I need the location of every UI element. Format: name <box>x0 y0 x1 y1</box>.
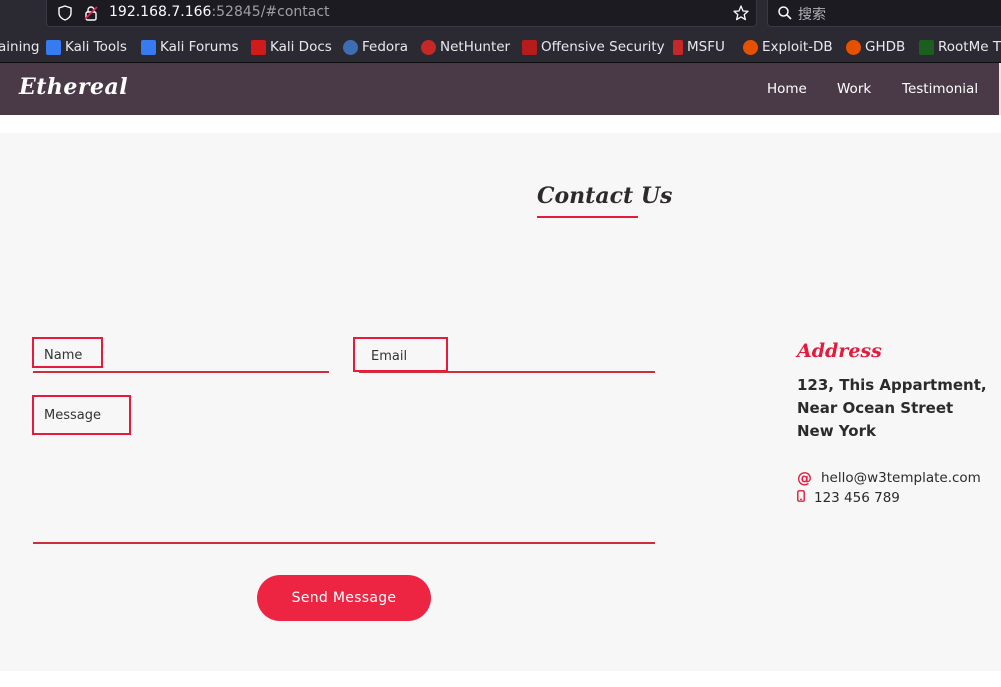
bookmark-item[interactable]: RootMe T <box>919 39 1001 55</box>
bookmark-label: MSFU <box>687 39 725 55</box>
kali-icon <box>141 39 156 55</box>
ghdb-icon <box>846 39 861 55</box>
browser-toolbar: 192.168.7.166:52845/#contact 搜索 <box>0 0 1001 29</box>
phone-row: 123 456 789 <box>797 490 900 506</box>
address-line-2: Near Ocean Street <box>797 399 954 417</box>
shield-icon[interactable] <box>57 5 73 25</box>
email-label: Email <box>371 349 408 364</box>
message-underline <box>33 542 655 544</box>
url-text[interactable]: 192.168.7.166:52845/#contact <box>109 4 330 20</box>
bookmark-label: Kali Docs <box>270 39 332 55</box>
brand-logo[interactable]: Ethereal <box>19 74 128 100</box>
name-underline <box>33 371 329 373</box>
site-navbar: Ethereal Home Work Testimonial <box>0 63 1001 115</box>
bookmark-label: Exploit-DB <box>762 39 833 55</box>
send-message-button[interactable]: Send Message <box>257 575 431 621</box>
exploit-db-icon <box>743 39 758 55</box>
name-field[interactable]: Name <box>32 337 103 368</box>
bookmark-label: Kali Forums <box>160 39 239 55</box>
bookmark-label: GHDB <box>865 39 906 55</box>
bookmark-item[interactable]: GHDB <box>846 39 905 55</box>
bookmark-item[interactable]: Fedora <box>343 39 408 55</box>
nav-testimonial[interactable]: Testimonial <box>902 81 978 97</box>
bookmark-item[interactable]: Exploit-DB <box>743 39 833 55</box>
search-bar[interactable]: 搜索 <box>767 0 1001 27</box>
bookmark-label: aining <box>0 39 40 55</box>
search-icon <box>777 5 793 25</box>
kali-docs-icon <box>251 39 266 55</box>
email-underline <box>359 371 655 373</box>
email-row: @ hello@w3template.com <box>797 469 981 487</box>
kali-icon <box>46 39 61 55</box>
bookmarks-toolbar: aining Kali Tools Kali Forums Kali Docs … <box>0 29 1001 63</box>
mobile-phone-icon <box>797 490 805 506</box>
address-line-1: 123, This Appartment, <box>797 376 987 394</box>
email-field[interactable]: Email <box>353 337 448 372</box>
at-sign-icon: @ <box>797 469 812 487</box>
url-host: 192.168.7.166 <box>109 4 212 20</box>
offsec-icon <box>522 39 537 55</box>
bookmark-label: NetHunter <box>440 39 511 55</box>
bookmark-label: Fedora <box>362 39 408 55</box>
bookmark-label: RootMe T <box>938 39 1001 55</box>
bookmark-item[interactable]: Kali Forums <box>141 39 239 55</box>
address-line-3: New York <box>797 422 876 440</box>
contact-section: Contact Us Name Email Message Send Messa… <box>0 133 1001 671</box>
bookmark-item[interactable]: Kali Docs <box>251 39 332 55</box>
address-title: Address <box>797 340 882 362</box>
bookmark-item[interactable]: MSFU <box>673 39 725 55</box>
url-bar[interactable]: 192.168.7.166:52845/#contact <box>46 0 757 27</box>
bookmark-label: Kali Tools <box>65 39 127 55</box>
msfu-icon <box>673 39 683 55</box>
bookmark-item[interactable]: Offensive Security <box>522 39 665 55</box>
bookmark-item[interactable]: NetHunter <box>421 39 510 55</box>
bookmark-item[interactable]: Kali Tools <box>46 39 127 55</box>
insecure-lock-icon[interactable] <box>83 5 99 25</box>
search-placeholder: 搜索 <box>798 7 826 23</box>
fedora-icon <box>343 39 358 55</box>
name-label: Name <box>44 348 83 363</box>
bookmark-label: Offensive Security <box>541 39 665 55</box>
bookmark-star-icon[interactable] <box>732 4 750 26</box>
nav-home[interactable]: Home <box>767 81 807 97</box>
phone-number[interactable]: 123 456 789 <box>814 490 900 506</box>
message-label: Message <box>44 407 101 423</box>
rootme-icon <box>919 39 934 55</box>
email-address[interactable]: hello@w3template.com <box>821 470 981 486</box>
bookmark-item[interactable]: aining <box>0 39 39 55</box>
section-title: Contact Us <box>537 183 673 209</box>
url-path: :52845/#contact <box>211 4 330 20</box>
nav-work[interactable]: Work <box>837 81 871 97</box>
nethunter-icon <box>421 39 436 55</box>
message-field[interactable]: Message <box>32 395 131 435</box>
title-underline <box>537 216 638 218</box>
